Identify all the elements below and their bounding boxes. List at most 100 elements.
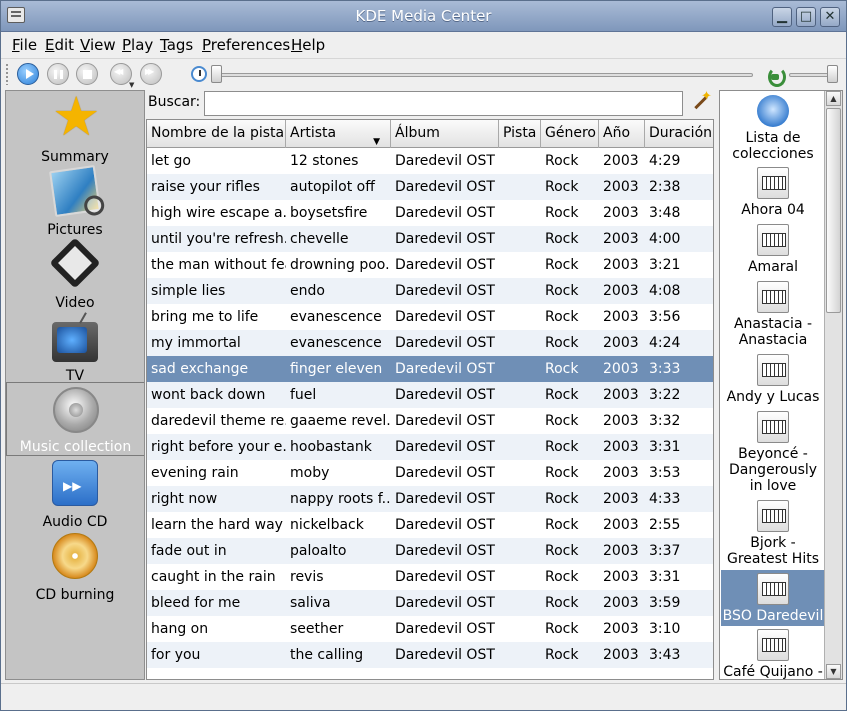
table-row[interactable]: hang on seether Daredevil OST Rock 2003 3:10 [147, 616, 713, 642]
cell-genre: Rock [545, 257, 579, 273]
collection-item-ahora-04[interactable]: Ahora 04 [721, 167, 825, 219]
sidebar-item-tv[interactable]: TV [6, 312, 144, 384]
toolbar-grip[interactable] [5, 63, 9, 85]
menu-file[interactable]: File [12, 36, 37, 54]
collection-label: Beyoncé - Dangerously in love [728, 446, 818, 494]
clock-icon [191, 66, 207, 82]
next-button[interactable] [140, 63, 162, 85]
cell-track-number [499, 538, 541, 564]
cell-album: Daredevil OST [395, 491, 495, 507]
menu-play[interactable]: Play [122, 36, 153, 54]
cell-album: Daredevil OST [395, 361, 495, 377]
collections-scrollbar[interactable]: ▲ ▼ [824, 91, 842, 679]
cell-artist: seether [290, 621, 344, 637]
column-header-duration[interactable]: Duración [645, 120, 713, 148]
table-row[interactable]: right before your e... hoobastank Daredevi… [147, 434, 713, 460]
title-bar: KDE Media Center ▁ □ ✕ [1, 1, 846, 32]
collection-label: BSO Daredevil [722, 608, 824, 624]
collection-label: Ahora 04 [741, 202, 805, 218]
piano-icon [757, 167, 789, 199]
table-row[interactable]: wont back down fuel Daredevil OST Rock 2003 3… [147, 382, 713, 408]
stop-button[interactable] [76, 63, 98, 85]
cell-genre: Rock [545, 205, 579, 221]
cell-genre: Rock [545, 465, 579, 481]
sidebar-item-audio-cd[interactable]: Audio CD [6, 458, 144, 530]
table-row[interactable]: evening rain moby Daredevil OST Rock 2003 3:5… [147, 460, 713, 486]
cell-genre: Rock [545, 387, 579, 403]
seek-slider[interactable] [213, 73, 753, 77]
volume-slider-handle[interactable] [827, 65, 838, 83]
scroll-up-icon[interactable]: ▲ [826, 91, 841, 106]
column-header-track-name[interactable]: Nombre de la pista [147, 120, 286, 148]
table-row[interactable]: simple lies endo Daredevil OST Rock 2003 4:08 [147, 278, 713, 304]
table-row[interactable]: sad exchange finger eleven Daredevil OST Ro… [147, 356, 713, 382]
close-button[interactable]: ✕ [820, 7, 840, 27]
table-body: let go 12 stones Daredevil OST Rock 2003 4:29… [147, 148, 713, 668]
sidebar-item-summary[interactable]: Summary [6, 85, 144, 165]
table-row[interactable]: the man without fear drowning poo... Dared… [147, 252, 713, 278]
cell-track-name: evening rain [151, 465, 239, 481]
table-row[interactable]: let go 12 stones Daredevil OST Rock 2003 4:29 [147, 148, 713, 174]
cell-track-name: learn the hard way [151, 517, 283, 533]
table-row[interactable]: until you're refresh... chevelle Daredevil… [147, 226, 713, 252]
cell-duration: 3:31 [649, 569, 681, 585]
table-row[interactable]: raise your rifles autopilot off Daredevil … [147, 174, 713, 200]
cell-genre: Rock [545, 309, 579, 325]
maximize-button[interactable]: □ [796, 7, 816, 27]
cell-artist: gaaeme revel... [290, 413, 391, 429]
previous-dropdown-icon[interactable]: ▼ [129, 81, 134, 89]
collection-item-bso-daredevil[interactable]: BSO Daredevil [721, 570, 825, 626]
cell-duration: 4:33 [649, 491, 681, 507]
cell-artist: the calling [290, 647, 364, 663]
volume-icon [767, 66, 783, 82]
cell-year: 2003 [603, 621, 639, 637]
scrollbar-thumb[interactable] [826, 108, 841, 313]
column-header-track[interactable]: Pista [499, 120, 541, 148]
menu-help[interactable]: Help [291, 36, 325, 54]
collection-item-beyonce[interactable]: Beyoncé - Dangerously in love [721, 411, 825, 495]
menu-tags[interactable]: Tags [160, 36, 193, 54]
collection-item-amaral[interactable]: Amaral [721, 224, 825, 276]
sidebar-item-pictures[interactable]: Pictures [6, 165, 144, 238]
table-row[interactable]: my immortal evanescence Daredevil OST Rock 2… [147, 330, 713, 356]
sidebar-item-music-collection[interactable]: Music collection [6, 382, 144, 456]
table-row[interactable]: bring me to life evanescence Daredevil OST… [147, 304, 713, 330]
play-button[interactable] [17, 63, 39, 85]
sidebar-item-cd-burning[interactable]: CD burning [6, 531, 144, 603]
column-header-artist[interactable]: Artista ▼ [286, 120, 391, 148]
collection-label: Bjork - Greatest Hits [726, 535, 820, 567]
cell-genre: Rock [545, 231, 579, 247]
cell-genre: Rock [545, 179, 579, 195]
sidebar-item-video[interactable]: Video [6, 237, 144, 311]
table-row[interactable]: fade out in paloalto Daredevil OST Rock 2003… [147, 538, 713, 564]
cell-genre: Rock [545, 153, 579, 169]
table-row[interactable]: right now nappy roots f... Daredevil OST Ro… [147, 486, 713, 512]
collection-item-andy-y-lucas[interactable]: Andy y Lucas [721, 354, 825, 406]
table-row[interactable]: bleed for me saliva Daredevil OST Rock 2003 3… [147, 590, 713, 616]
collection-item-cafe-quijano[interactable]: Café Quijano - [721, 629, 825, 679]
clear-search-wand-icon[interactable] [691, 89, 712, 113]
cell-artist: hoobastank [290, 439, 372, 455]
cell-track-number [499, 512, 541, 538]
pause-button[interactable] [47, 63, 69, 85]
table-row[interactable]: high wire escape a... boysetsfire Daredevi… [147, 200, 713, 226]
minimize-button[interactable]: ▁ [772, 7, 792, 27]
table-row[interactable]: learn the hard way nickelback Daredevil OS… [147, 512, 713, 538]
seek-slider-handle[interactable] [211, 65, 222, 83]
cell-track-number [499, 252, 541, 278]
search-input[interactable] [204, 91, 683, 116]
column-header-genre[interactable]: Género [541, 120, 599, 148]
scroll-down-icon[interactable]: ▼ [826, 664, 841, 679]
cell-genre: Rock [545, 517, 579, 533]
menu-preferences[interactable]: Preferences [202, 36, 290, 54]
menu-edit[interactable]: Edit [45, 36, 74, 54]
table-row[interactable]: daredevil theme re... gaaeme revel... Dare… [147, 408, 713, 434]
menu-view[interactable]: View [80, 36, 116, 54]
collection-item-anastacia[interactable]: Anastacia - Anastacia [721, 281, 825, 349]
column-header-year[interactable]: Año [599, 120, 645, 148]
collection-item-bjork[interactable]: Bjork - Greatest Hits [721, 500, 825, 568]
table-row[interactable]: for you the calling Daredevil OST Rock 2003 3… [147, 642, 713, 668]
table-row[interactable]: caught in the rain revis Daredevil OST Rock… [147, 564, 713, 590]
column-header-album[interactable]: Álbum [391, 120, 499, 148]
collection-item-lista-de-colecciones[interactable]: Lista de colecciones [721, 95, 825, 163]
